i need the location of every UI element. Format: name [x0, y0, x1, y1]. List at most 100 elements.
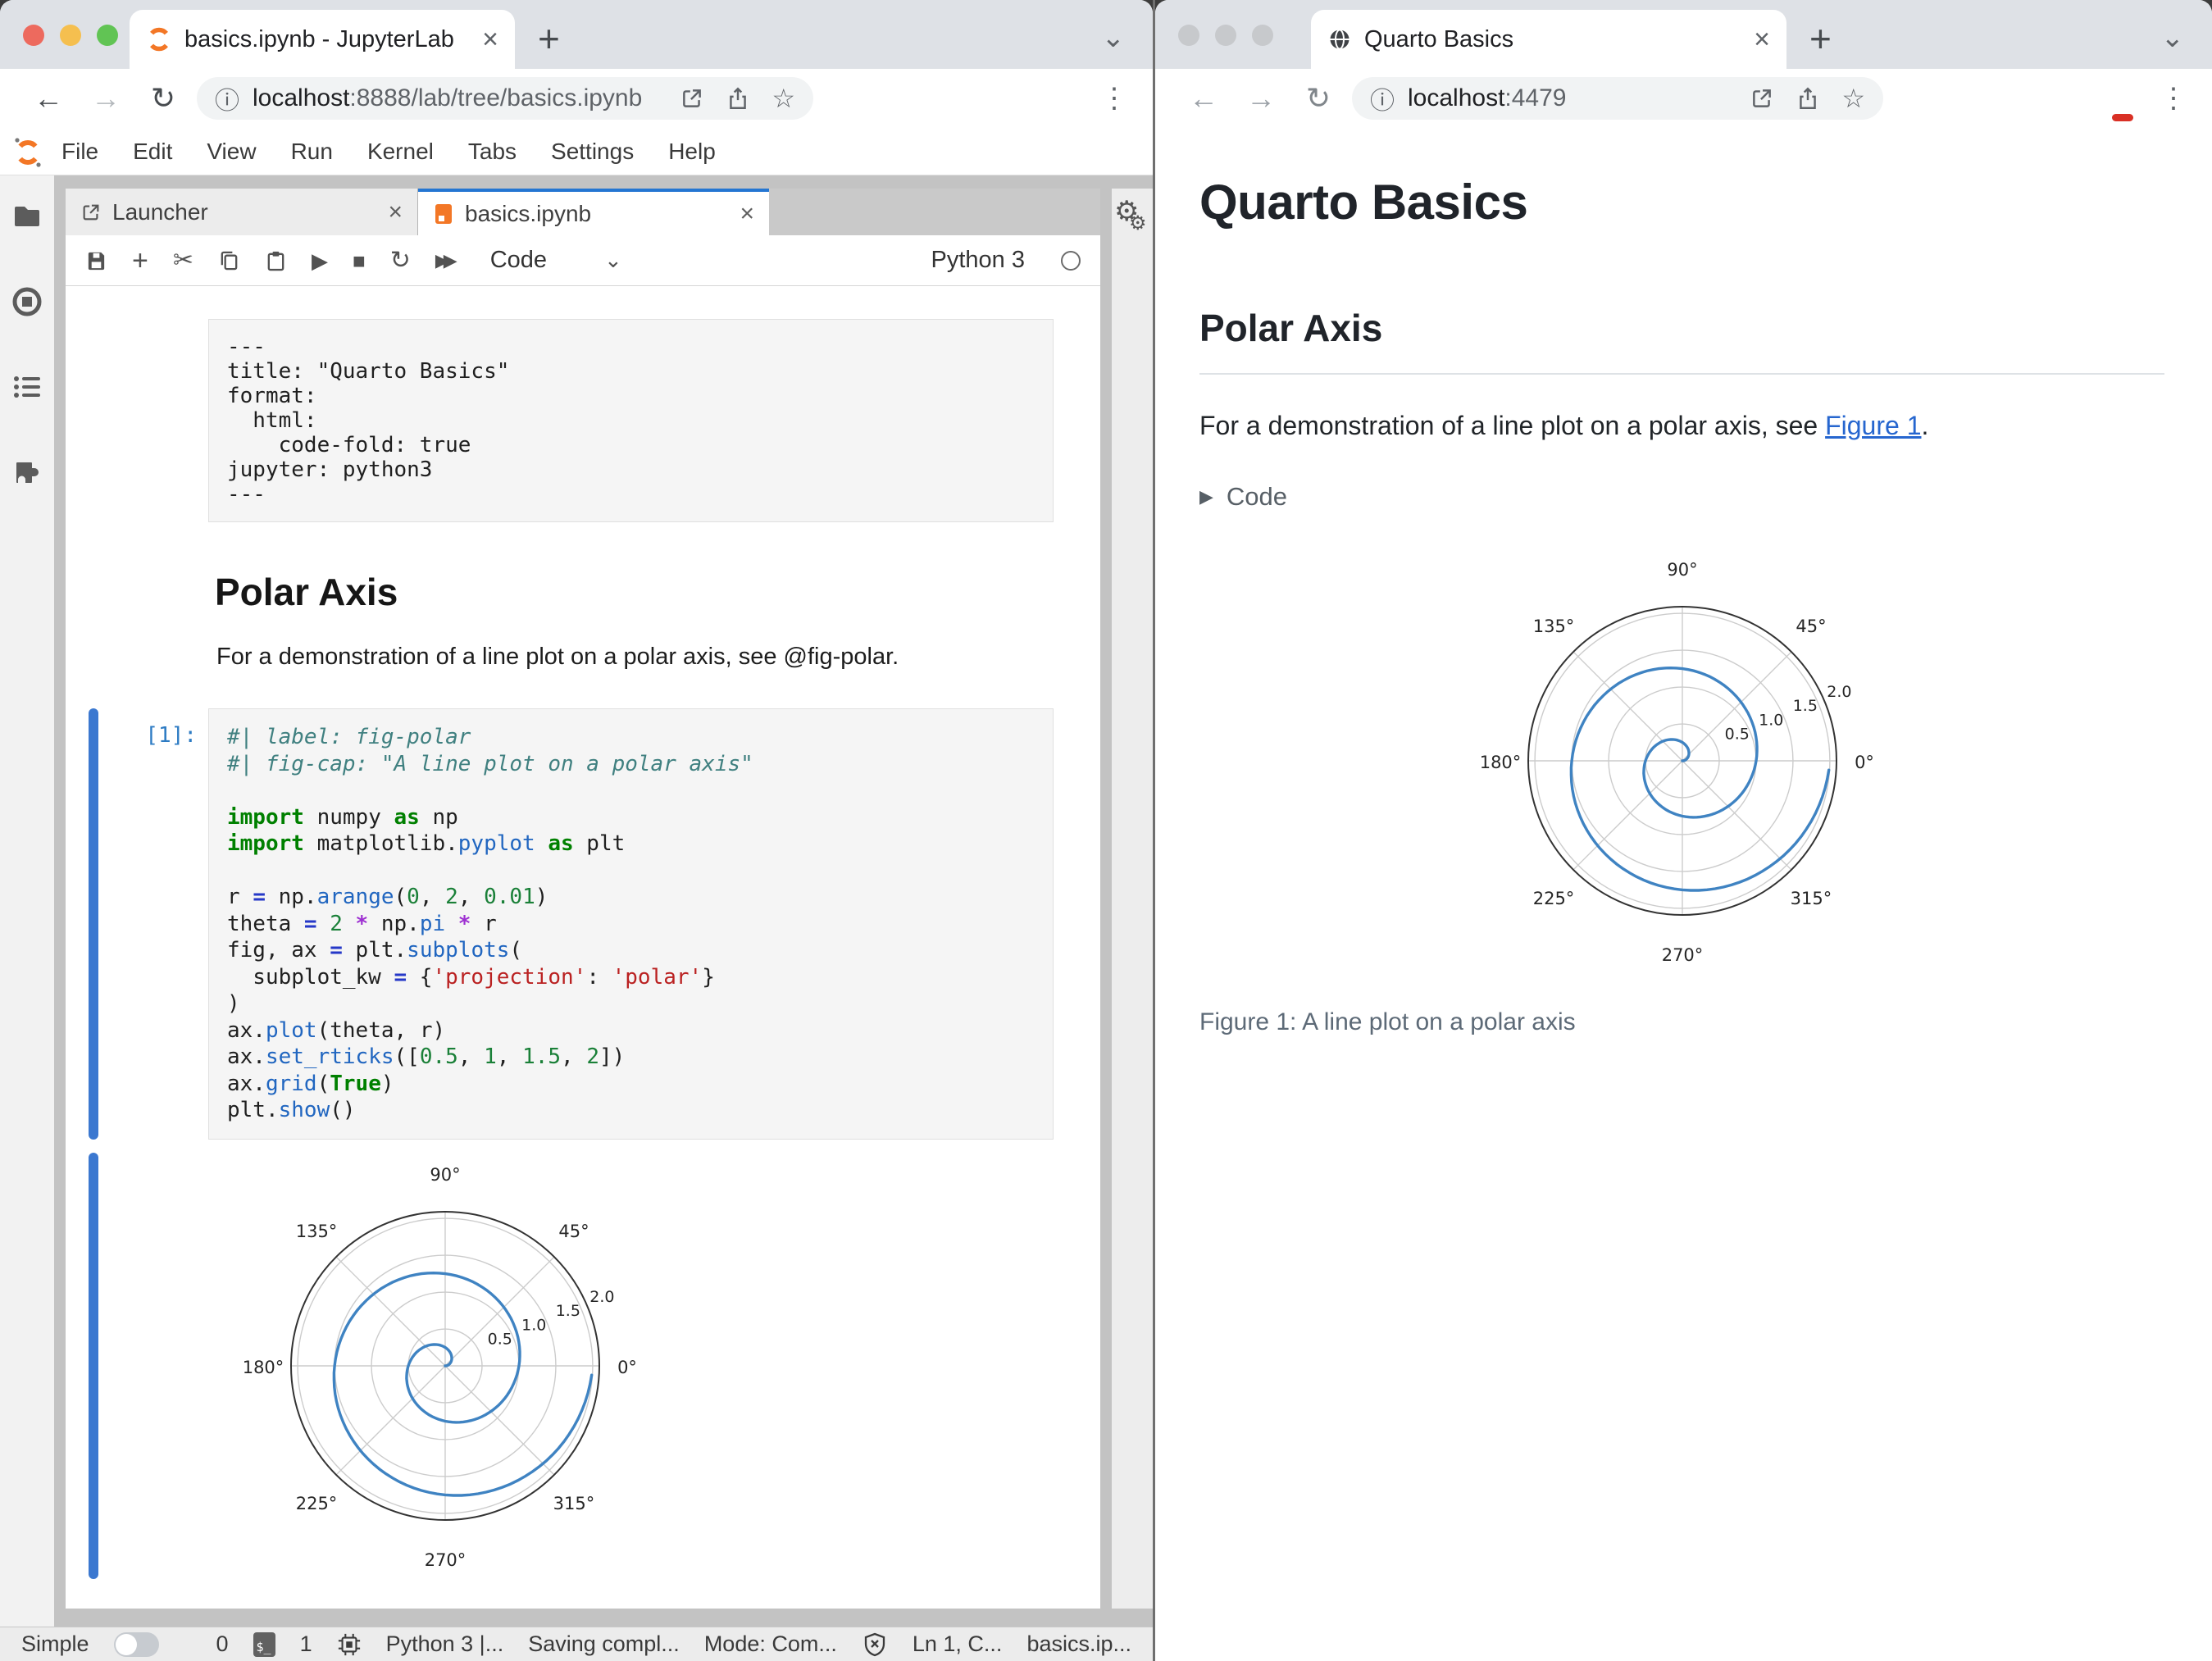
close-launcher-tab-icon[interactable]: × — [388, 198, 403, 226]
menu-item-settings[interactable]: Settings — [534, 139, 651, 165]
minimize-window-button[interactable] — [60, 25, 81, 46]
forward-icon[interactable]: → — [77, 81, 134, 116]
open-in-new-icon[interactable] — [1750, 86, 1774, 111]
browser-menu-icon[interactable]: ⋮ — [1100, 82, 1128, 115]
menu-item-kernel[interactable]: Kernel — [350, 139, 451, 165]
close-window-button[interactable] — [1178, 25, 1199, 46]
site-info-icon[interactable]: ⓘ — [215, 80, 239, 116]
stop-kernel-button[interactable]: ■ — [353, 250, 366, 271]
tab-notebook[interactable]: basics.ipynb × — [418, 189, 769, 235]
terminal-icon: $_ — [253, 1631, 275, 1657]
figure-link[interactable]: Figure 1 — [1825, 411, 1921, 440]
back-icon[interactable]: ← — [20, 81, 77, 116]
file-browser-icon[interactable] — [11, 200, 43, 233]
add-cell-button[interactable]: + — [132, 247, 148, 275]
address-bar[interactable]: ⓘ localhost:4479 ☆ — [1352, 77, 1883, 120]
window-controls-inactive[interactable] — [1178, 25, 1273, 46]
cell-type-chevron-icon[interactable]: ⌄ — [604, 248, 622, 273]
running-kernels-icon[interactable] — [11, 285, 43, 318]
restart-run-all-button[interactable]: ▶▶ — [435, 251, 457, 270]
fold-caret-icon: ▶ — [1199, 486, 1213, 507]
table-of-contents-icon[interactable] — [11, 371, 43, 403]
menu-item-help[interactable]: Help — [651, 139, 733, 165]
restart-kernel-button[interactable]: ↻ — [390, 248, 411, 273]
copy-cells-button[interactable] — [218, 249, 240, 271]
share-icon[interactable] — [1796, 86, 1820, 111]
run-cell-button[interactable]: ▶ — [312, 250, 328, 271]
kernel-status-text[interactable]: Python 3 |... — [386, 1631, 504, 1657]
menu-item-run[interactable]: Run — [274, 139, 350, 165]
window-controls[interactable] — [23, 25, 118, 46]
forward-icon[interactable]: → — [1232, 81, 1290, 116]
menu-item-tabs[interactable]: Tabs — [451, 139, 534, 165]
close-window-button[interactable] — [23, 25, 44, 46]
svg-text:315°: 315° — [1790, 889, 1832, 908]
statusbar-filename: basics.ip... — [1026, 1631, 1131, 1656]
paste-cells-button[interactable] — [265, 249, 287, 271]
cell-type-select[interactable]: Code — [490, 247, 547, 274]
jupyter-favicon — [147, 27, 171, 52]
close-tab-icon[interactable]: × — [1754, 25, 1770, 53]
yaml-raw-cell[interactable]: --- title: "Quarto Basics" format: html: c… — [208, 319, 1054, 522]
menu-item-edit[interactable]: Edit — [116, 139, 189, 165]
profile-indicator[interactable] — [2112, 114, 2133, 121]
new-tab-button[interactable]: + — [538, 20, 560, 57]
browser-tab-jupyterlab[interactable]: basics.ipynb - JupyterLab × — [130, 10, 515, 69]
intro-paragraph: For a demonstration of a line plot on a … — [1199, 411, 1929, 440]
yaml-line: --- — [227, 482, 266, 507]
close-tab-icon[interactable]: × — [482, 25, 498, 53]
cursor-position[interactable]: Ln 1, C... — [913, 1631, 1003, 1657]
launcher-icon — [83, 204, 99, 220]
zoom-window-button[interactable] — [1252, 25, 1273, 46]
browser-menu-icon[interactable]: ⋮ — [2160, 82, 2187, 115]
url-text[interactable]: localhost:8888/lab/tree/basics.ipynb — [253, 84, 658, 112]
trust-shield-icon[interactable] — [862, 1631, 888, 1658]
bookmark-star-icon[interactable]: ☆ — [1841, 83, 1865, 114]
tab-search-chevron-icon[interactable]: ⌄ — [1102, 21, 1126, 54]
svg-text:180°: 180° — [1479, 753, 1521, 772]
reload-icon[interactable]: ↻ — [134, 81, 192, 116]
code-editor[interactable]: #| label: fig-polar #| fig-cap: "A line p… — [208, 708, 1054, 1140]
svg-text:180°: 180° — [243, 1358, 284, 1377]
tab-launcher[interactable]: Launcher × — [66, 189, 418, 235]
minimize-window-button[interactable] — [1215, 25, 1236, 46]
share-icon[interactable] — [726, 86, 750, 111]
document-tabbar: Launcher × basics.ipynb × — [66, 189, 1100, 235]
active-cell-indicator[interactable] — [89, 708, 98, 1140]
zoom-window-button[interactable] — [97, 25, 118, 46]
new-tab-button[interactable]: + — [1809, 20, 1832, 57]
svg-text:2.0: 2.0 — [1827, 683, 1851, 701]
yaml-line: --- — [227, 334, 266, 359]
address-bar[interactable]: ⓘ localhost:8888/lab/tree/basics.ipynb ☆ — [197, 77, 813, 120]
tab-search-chevron-icon[interactable]: ⌄ — [2161, 21, 2185, 54]
output-cell-indicator[interactable] — [89, 1152, 98, 1579]
code-line: theta = 2 * np.pi * r — [227, 911, 497, 936]
quarto-page: Quarto Basics Polar Axis For a demonstra… — [1155, 128, 2212, 1661]
svg-text:270°: 270° — [1661, 945, 1703, 965]
mode-indicator[interactable]: Mode: Com... — [704, 1631, 837, 1657]
simple-mode-toggle[interactable] — [113, 1631, 159, 1657]
polar-plot-output: 0° 45° 90° 135° 180° 225° 270° 315° 0.5 1.0 1.5 2.0 — [232, 1153, 658, 1579]
open-in-new-icon[interactable] — [680, 86, 704, 111]
svg-text:0°: 0° — [617, 1358, 637, 1377]
property-inspector-icon[interactable]: ⚙ ⚙ — [1114, 196, 1149, 236]
cut-cells-button[interactable]: ✂ — [173, 248, 193, 273]
back-icon[interactable]: ← — [1175, 81, 1232, 116]
bookmark-star-icon[interactable]: ☆ — [771, 83, 795, 114]
site-info-icon[interactable]: ⓘ — [1370, 80, 1395, 116]
svg-text:45°: 45° — [558, 1221, 589, 1240]
close-notebook-tab-icon[interactable]: × — [740, 200, 754, 228]
browser-tab-quarto[interactable]: Quarto Basics × — [1311, 10, 1786, 69]
kernel-name[interactable]: Python 3 — [931, 247, 1025, 274]
save-button[interactable] — [85, 249, 107, 271]
menu-item-view[interactable]: View — [189, 139, 273, 165]
svg-text:1.0: 1.0 — [1759, 711, 1783, 729]
svg-text:270°: 270° — [425, 1550, 467, 1570]
url-text[interactable]: localhost:4479 — [1408, 84, 1728, 112]
reload-icon[interactable]: ↻ — [1290, 81, 1347, 116]
menu-item-file[interactable]: File — [44, 139, 116, 165]
svg-text:135°: 135° — [1532, 617, 1574, 636]
extension-manager-icon[interactable] — [11, 456, 43, 489]
code-fold-toggle[interactable]: ▶ Code — [1199, 482, 2164, 512]
